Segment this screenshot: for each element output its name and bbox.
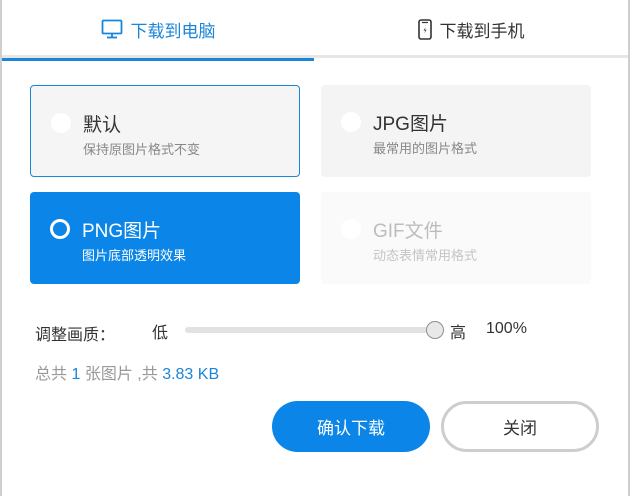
quality-high-label: 高	[450, 325, 467, 342]
radio-png[interactable]	[50, 219, 70, 239]
quality-label: 调整画质：	[35, 327, 116, 344]
radio-jpg[interactable]	[341, 112, 361, 132]
summary-prefix: 总共	[35, 366, 68, 383]
quality-low-label: 低	[152, 325, 169, 342]
option-png[interactable]: PNG图片 图片底部透明效果	[30, 192, 300, 284]
close-button[interactable]: 关闭	[441, 401, 599, 452]
monitor-icon	[101, 19, 123, 39]
option-png-title: PNG图片	[82, 221, 162, 242]
option-gif-desc: 动态表情常用格式	[373, 248, 478, 263]
option-jpg-desc: 最常用的图片格式	[373, 141, 478, 156]
confirm-download-button[interactable]: 确认下载	[272, 401, 430, 452]
option-gif-title: GIF文件	[373, 221, 443, 242]
radio-default[interactable]	[51, 113, 71, 133]
summary-size: 3.83 KB	[162, 366, 220, 383]
summary-count: 1	[71, 366, 81, 383]
option-default-title: 默认	[83, 115, 122, 136]
radio-gif	[341, 219, 361, 239]
option-jpg-title: JPG图片	[373, 114, 448, 135]
tab-download-to-phone[interactable]: 下载到手机	[314, 0, 628, 58]
option-default[interactable]: 默认 保持原图片格式不变	[30, 85, 300, 177]
quality-slider-thumb[interactable]	[426, 321, 444, 339]
download-dialog: 下载到电脑 下载到手机 默认 保持原图片格式不变 JPG图片 最常用的图片格式 …	[0, 0, 630, 496]
tab-download-to-pc-label: 下载到电脑	[130, 21, 216, 41]
option-default-desc: 保持原图片格式不变	[83, 142, 201, 157]
option-jpg[interactable]: JPG图片 最常用的图片格式	[321, 85, 591, 177]
quality-slider-track[interactable]	[185, 327, 435, 333]
phone-icon	[417, 18, 432, 40]
quality-value: 100%	[486, 320, 527, 337]
tab-download-to-phone-label: 下载到手机	[439, 21, 525, 41]
tab-bar: 下载到电脑 下载到手机	[2, 0, 628, 61]
tab-download-to-pc[interactable]: 下载到电脑	[2, 0, 314, 61]
option-png-desc: 图片底部透明效果	[82, 248, 187, 263]
summary-middle: 张图片 ,共	[84, 366, 158, 383]
option-gif: GIF文件 动态表情常用格式	[321, 192, 591, 284]
download-summary: 总共 1 张图片 ,共 3.83 KB	[35, 360, 219, 384]
